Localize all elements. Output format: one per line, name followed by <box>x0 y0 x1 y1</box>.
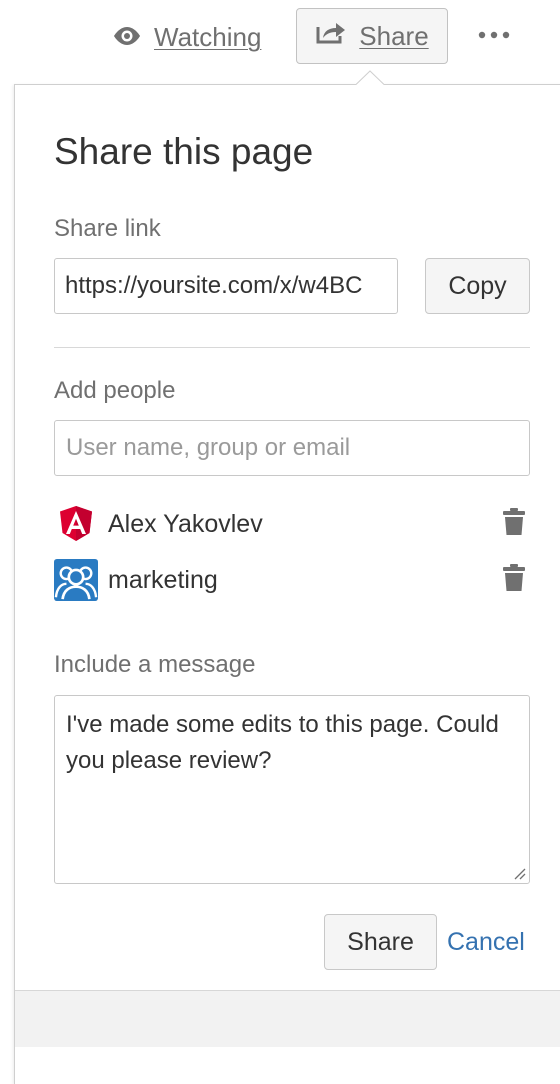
share-toolbar-label: Share <box>359 20 429 51</box>
section-divider <box>54 347 530 348</box>
more-actions-button[interactable] <box>472 18 516 54</box>
eye-icon <box>112 22 142 53</box>
add-people-input[interactable] <box>54 420 530 476</box>
share-submit-button[interactable]: Share <box>324 914 437 970</box>
dialog-title: Share this page <box>54 131 314 172</box>
person-name: Alex Yakovlev <box>108 509 263 538</box>
copy-button[interactable]: Copy <box>425 258 530 314</box>
share-toolbar-button[interactable]: Share <box>296 8 448 64</box>
remove-person-button[interactable] <box>500 507 528 541</box>
group-avatar-icon <box>54 558 98 602</box>
list-item: marketing <box>54 558 530 602</box>
share-link-field[interactable]: https://yoursite.com/x/w4BC <box>54 258 398 314</box>
dialog-caret <box>356 70 384 85</box>
page-toolbar: Watching Share <box>0 0 560 70</box>
watching-button[interactable]: Watching <box>112 20 261 54</box>
watching-label: Watching <box>154 21 262 52</box>
add-people-label: Add people <box>54 377 176 404</box>
dialog-footer <box>15 990 560 1047</box>
trash-icon <box>503 507 525 541</box>
trash-icon <box>503 563 525 597</box>
share-arrow-icon <box>315 21 347 52</box>
resize-grip-icon[interactable] <box>512 866 526 880</box>
cancel-button[interactable]: Cancel <box>447 927 525 957</box>
more-dots-icon <box>477 27 511 45</box>
group-name: marketing <box>108 565 218 594</box>
list-item: Alex Yakovlev <box>54 504 530 544</box>
remove-group-button[interactable] <box>500 563 528 597</box>
message-label: Include a message <box>54 651 256 678</box>
share-link-label: Share link <box>54 215 161 242</box>
message-textarea[interactable] <box>54 695 530 884</box>
angular-avatar-icon <box>54 502 98 546</box>
